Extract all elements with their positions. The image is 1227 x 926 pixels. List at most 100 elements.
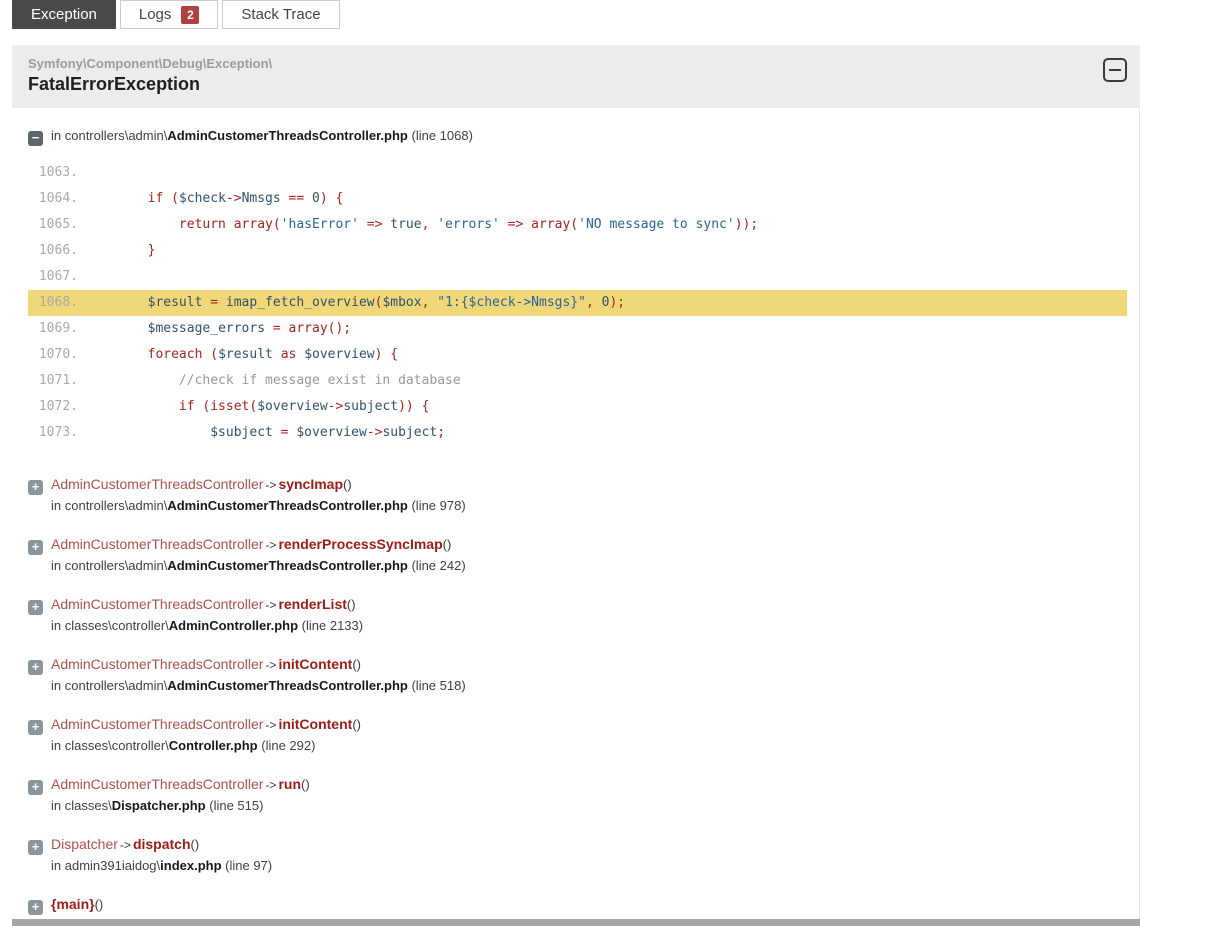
frame-arrow: -> xyxy=(265,598,277,612)
line-number: 1072. xyxy=(38,399,78,414)
frame-method: run xyxy=(278,776,301,792)
frame-args: () xyxy=(301,777,310,792)
frame-arrow: -> xyxy=(265,658,277,672)
trace-location: − in controllers\admin\AdminCustomerThrea… xyxy=(28,126,1127,146)
code-line: 1070. foreach ($result as $overview) { xyxy=(28,342,1127,368)
expand-frame-icon[interactable]: + xyxy=(28,540,43,555)
stack-frame: + AdminCustomerThreadsController -> renderL… xyxy=(28,594,1127,636)
line-number: 1070. xyxy=(38,347,78,362)
frame-arrow: -> xyxy=(119,838,131,852)
line-number: 1064. xyxy=(38,191,78,206)
stack-frame: + Dispatcher -> dispatch() in admin391iaidog… xyxy=(28,834,1127,876)
next-section-divider xyxy=(12,919,1140,926)
tab-exception[interactable]: Exception xyxy=(12,0,116,29)
frame-location-file: Controller.php xyxy=(168,738,258,753)
tab-exception-label: Exception xyxy=(31,6,97,23)
frame-class: AdminCustomerThreadsController xyxy=(51,656,264,672)
frame-location: in controllers\admin\AdminCustomerThread… xyxy=(51,496,1127,516)
frame-location-path: in controllers\admin\ xyxy=(51,678,168,693)
line-number: 1066. xyxy=(38,243,78,258)
frame-location: in controllers\admin\AdminCustomerThread… xyxy=(51,556,1127,576)
code-text: foreach ($result as $overview) { xyxy=(147,347,399,362)
stack-frames: + AdminCustomerThreadsController -> syncIma… xyxy=(28,474,1127,926)
code-line-highlighted: 1068. $result = imap_fetch_overview($mbo… xyxy=(28,290,1127,316)
expand-frame-icon[interactable]: + xyxy=(28,600,43,615)
trace-location-file: AdminCustomerThreadsController.php xyxy=(167,128,408,143)
expand-frame-icon[interactable]: + xyxy=(28,480,43,495)
stack-frame: + AdminCustomerThreadsController -> syncIma… xyxy=(28,474,1127,516)
expand-frame-icon[interactable]: + xyxy=(28,720,43,735)
stack-frame: + AdminCustomerThreadsController -> initCon… xyxy=(28,714,1127,756)
code-line: 1064. if ($check->Nmsgs == 0) { xyxy=(28,186,1127,212)
expand-frame-icon[interactable]: + xyxy=(28,780,43,795)
collapse-code-icon[interactable]: − xyxy=(28,131,43,146)
trace-location-prefix: in xyxy=(51,128,65,143)
frame-location-line: (line 2133) xyxy=(298,618,364,633)
code-text: $result = imap_fetch_overview($mbox, "1:… xyxy=(147,295,626,310)
frame-location-line: (line 515) xyxy=(205,798,264,813)
logs-count-badge: 2 xyxy=(181,5,200,24)
frame-location-line: (line 242) xyxy=(407,558,466,573)
frame-method: renderList xyxy=(278,596,347,612)
frame-location-path: in classes\controller\ xyxy=(51,738,169,753)
frame-location: in controllers\admin\AdminCustomerThread… xyxy=(51,676,1127,696)
stack-frame: + AdminCustomerThreadsController -> renderP… xyxy=(28,534,1127,576)
frame-location-file: AdminController.php xyxy=(168,618,299,633)
line-number: 1071. xyxy=(38,373,78,388)
tab-stack-trace[interactable]: Stack Trace xyxy=(222,0,340,29)
frame-class: Dispatcher xyxy=(51,836,118,852)
debug-exception-page: Exception Logs 2 Stack Trace Symfony\Com… xyxy=(0,0,1227,926)
frame-method: initContent xyxy=(278,716,353,732)
frame-arrow: -> xyxy=(265,538,277,552)
line-number: 1068. xyxy=(38,295,78,310)
frame-location-line: (line 292) xyxy=(257,738,316,753)
frame-location-path: in classes\controller\ xyxy=(51,618,169,633)
code-line: 1065. return array('hasError' => true, '… xyxy=(28,212,1127,238)
frame-class: AdminCustomerThreadsController xyxy=(51,476,264,492)
code-line: 1073. $subject = $overview->subject; xyxy=(28,420,1127,446)
frame-class: AdminCustomerThreadsController xyxy=(51,776,264,792)
frame-location-file: AdminCustomerThreadsController.php xyxy=(167,498,408,513)
frame-location-line: (line 518) xyxy=(407,678,466,693)
frame-location: in classes\Dispatcher.php (line 515) xyxy=(51,796,1127,816)
code-text: $message_errors = array(); xyxy=(147,321,352,336)
code-line: 1067. xyxy=(28,264,1127,290)
expand-frame-icon[interactable]: + xyxy=(28,900,43,915)
code-text: return array('hasError' => true, 'errors… xyxy=(178,217,759,232)
expand-frame-icon[interactable]: + xyxy=(28,840,43,855)
tab-bar: Exception Logs 2 Stack Trace xyxy=(12,0,1227,29)
code-excerpt: 1063. 1064. if ($check->Nmsgs == 0) {1065… xyxy=(28,160,1127,446)
exception-panel: Symfony\Component\Debug\Exception\ Fatal… xyxy=(12,45,1140,926)
exception-header: Symfony\Component\Debug\Exception\ Fatal… xyxy=(12,45,1140,108)
trace-location-path: controllers\admin\ xyxy=(64,128,168,143)
exception-namespace: Symfony\Component\Debug\Exception\ xyxy=(28,56,273,71)
frame-location: in classes\controller\Controller.php (li… xyxy=(51,736,1127,756)
code-line: 1071. //check if message exist in databa… xyxy=(28,368,1127,394)
frame-location-path: in controllers\admin\ xyxy=(51,498,168,513)
line-number: 1069. xyxy=(38,321,78,336)
code-text: //check if message exist in database xyxy=(178,373,461,388)
frame-args: () xyxy=(352,657,361,672)
frame-method: {main} xyxy=(51,896,95,912)
frame-location-path: in controllers\admin\ xyxy=(51,558,168,573)
exception-class: FatalErrorException xyxy=(28,74,201,94)
collapse-exception-button[interactable] xyxy=(1103,58,1127,82)
frame-location-file: index.php xyxy=(160,858,222,873)
stack-frame: + AdminCustomerThreadsController -> initCon… xyxy=(28,654,1127,696)
code-text: } xyxy=(147,243,156,258)
frame-method: initContent xyxy=(278,656,353,672)
code-line: 1072. if (isset($overview->subject)) { xyxy=(28,394,1127,420)
tab-logs[interactable]: Logs 2 xyxy=(119,0,219,29)
code-text: if (isset($overview->subject)) { xyxy=(178,399,430,414)
code-line: 1069. $message_errors = array(); xyxy=(28,316,1127,342)
tab-logs-label: Logs xyxy=(138,6,172,23)
frame-class: AdminCustomerThreadsController xyxy=(51,596,264,612)
frame-args: () xyxy=(442,537,452,552)
expand-frame-icon[interactable]: + xyxy=(28,660,43,675)
frame-arrow: -> xyxy=(265,718,277,732)
line-number: 1063. xyxy=(38,165,78,180)
frame-location-path: in admin391iaidog\ xyxy=(51,858,161,873)
frame-location-path: in classes\ xyxy=(51,798,112,813)
trace-location-line: (line 1068) xyxy=(407,128,473,143)
